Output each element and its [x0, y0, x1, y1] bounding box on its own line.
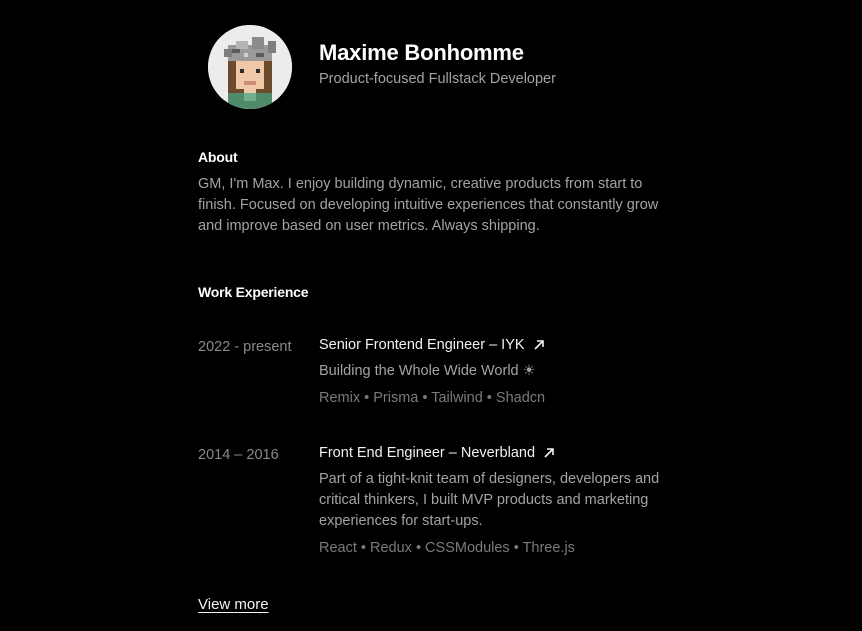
about-heading: About [198, 149, 238, 165]
job-details: Front End Engineer – Neverbland Part of … [319, 443, 668, 559]
profile-role: Product-focused Fullstack Developer [319, 71, 556, 87]
job-tech-stack: Remix • Prisma • Tailwind • Shadcn [319, 390, 546, 406]
pixel-art-avatar-icon [208, 25, 292, 109]
job-title: Senior Frontend Engineer – IYK [319, 337, 525, 353]
external-link-arrow-icon [533, 340, 544, 350]
profile-header: Maxime Bonhomme Product-focused Fullstac… [208, 25, 556, 109]
job-description: Building the Whole Wide World ☀ [319, 363, 536, 379]
work-experience-heading: Work Experience [198, 284, 309, 300]
job-tech-stack: React • Redux • CSSModules • Three.js [319, 540, 575, 556]
view-more-link[interactable]: View more [198, 596, 269, 613]
profile-name: Maxime Bonhomme [319, 40, 524, 65]
profile-text: Maxime Bonhomme Product-focused Fullstac… [319, 39, 556, 89]
job-dates: 2014 – 2016 [198, 447, 279, 463]
job-title: Front End Engineer – Neverbland [319, 445, 536, 461]
avatar [208, 25, 292, 109]
about-text: GM, I'm Max. I enjoy building dynamic, c… [198, 176, 659, 234]
job-details: Senior Frontend Engineer – IYK Building … [319, 335, 668, 409]
job-title-link[interactable]: Front End Engineer – Neverbland [319, 443, 555, 463]
external-link-arrow-icon [544, 448, 554, 458]
job-dates: 2022 - present [198, 339, 292, 355]
job-description: Part of a tight-knit team of designers, … [319, 471, 660, 529]
job-title-link[interactable]: Senior Frontend Engineer – IYK [319, 335, 545, 355]
